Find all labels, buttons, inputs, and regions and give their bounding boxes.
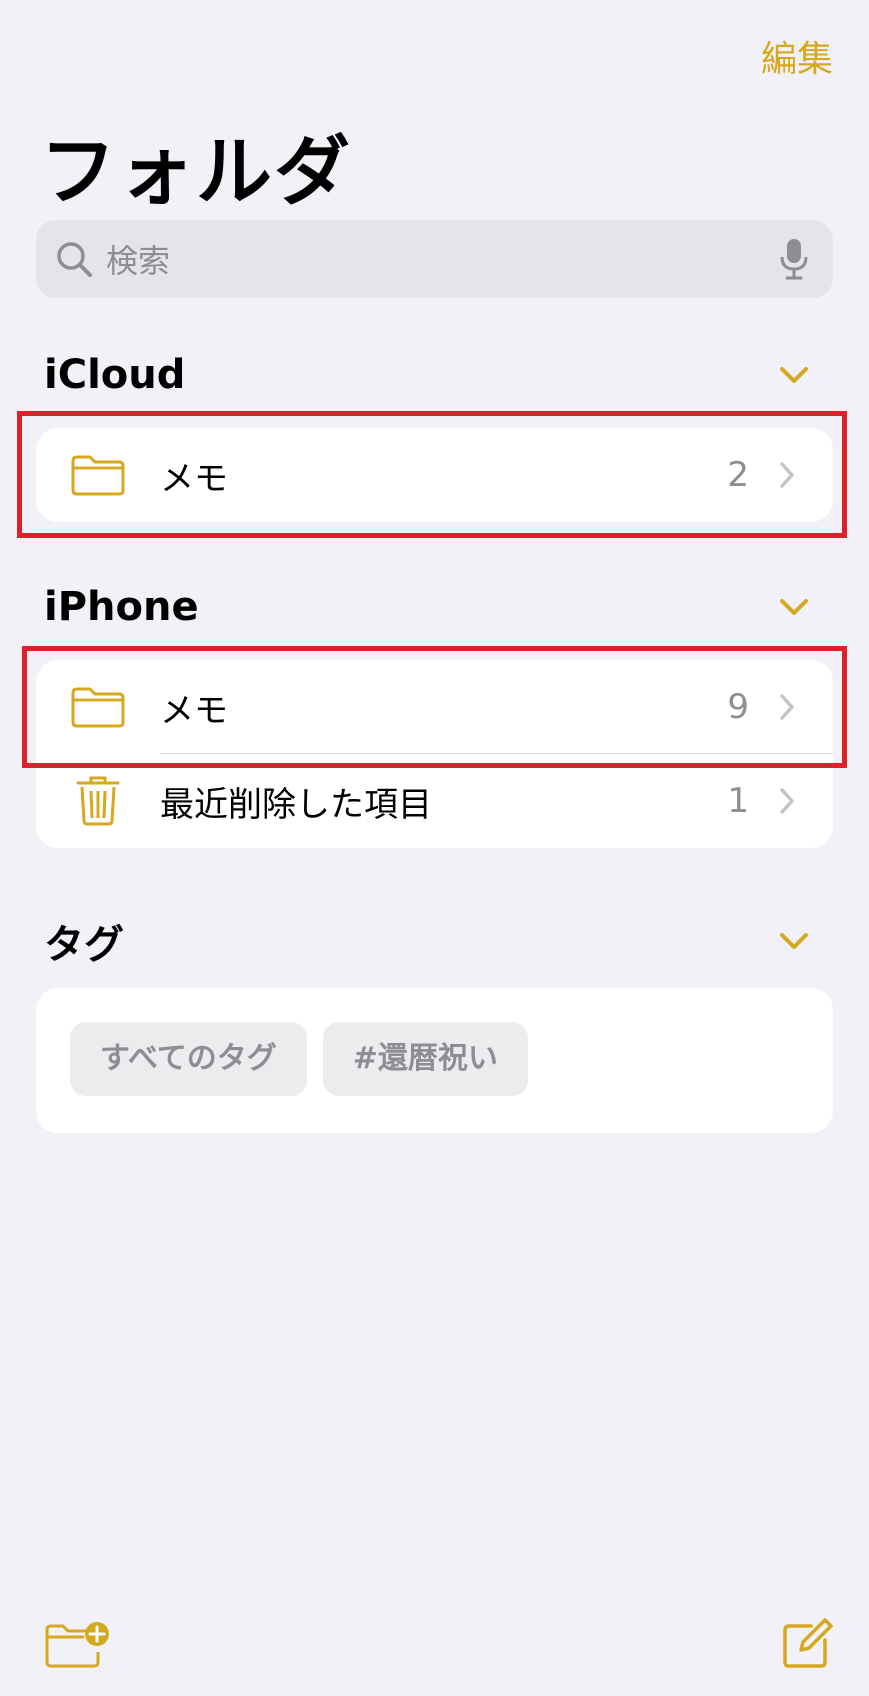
- tag-chip-all[interactable]: すべてのタグ: [70, 1022, 307, 1096]
- chevron-right-icon: [780, 788, 794, 814]
- section-header-iphone[interactable]: iPhone: [44, 584, 809, 630]
- section-title-iphone: iPhone: [44, 584, 199, 630]
- new-folder-icon[interactable]: [44, 1618, 110, 1670]
- section-title-tags: タグ: [44, 922, 124, 968]
- search-bar[interactable]: 検索: [36, 220, 833, 298]
- section-header-icloud[interactable]: iCloud: [44, 352, 809, 398]
- highlight-box: [22, 646, 847, 768]
- tags-row: すべてのタグ #還暦祝い: [70, 1022, 544, 1096]
- search-input[interactable]: 検索: [106, 236, 777, 282]
- edit-button[interactable]: 編集: [761, 30, 833, 82]
- search-icon: [57, 242, 92, 277]
- folder-count: 1: [727, 781, 749, 821]
- folder-row-recently-deleted[interactable]: 最近削除した項目 1: [36, 754, 833, 848]
- trash-icon: [76, 776, 120, 826]
- section-title-icloud: iCloud: [44, 352, 186, 398]
- folder-label: 最近削除した項目: [160, 784, 432, 825]
- tags-card: すべてのタグ #還暦祝い: [36, 988, 833, 1133]
- mic-icon[interactable]: [777, 237, 811, 281]
- compose-icon[interactable]: [781, 1618, 833, 1670]
- highlight-box: [17, 411, 847, 538]
- section-header-tags[interactable]: タグ: [44, 912, 809, 970]
- page-title: フォルダ: [40, 127, 352, 216]
- chevron-down-icon[interactable]: [779, 930, 809, 952]
- chevron-down-icon[interactable]: [779, 596, 809, 618]
- chevron-down-icon[interactable]: [779, 364, 809, 386]
- tag-chip[interactable]: #還暦祝い: [322, 1022, 528, 1096]
